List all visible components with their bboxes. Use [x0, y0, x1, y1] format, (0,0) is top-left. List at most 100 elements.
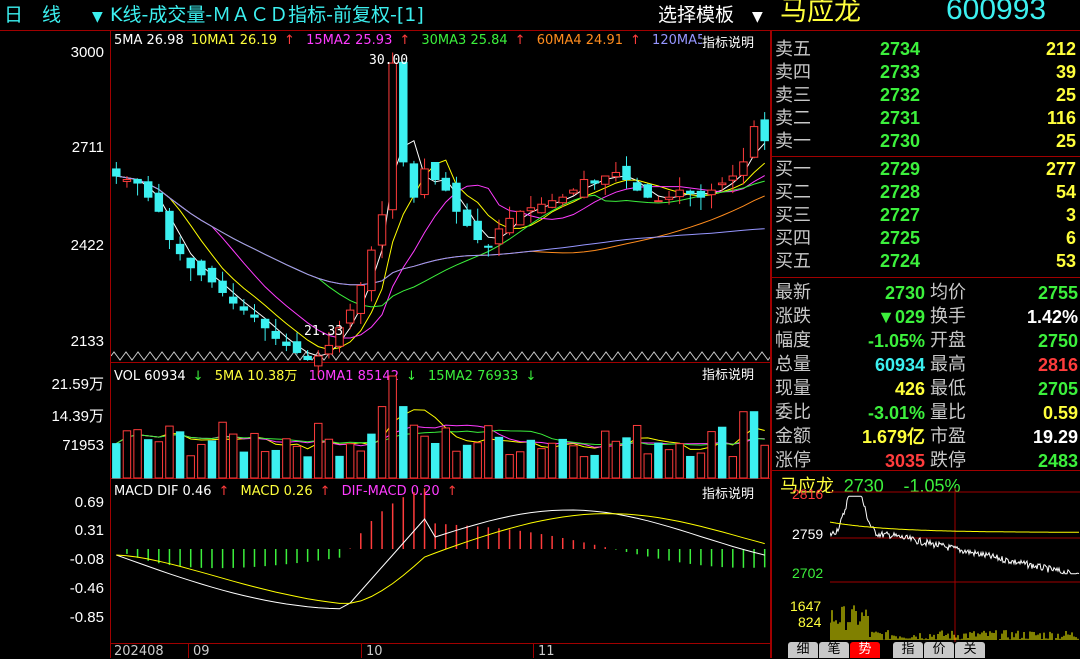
ask-price: 2730: [880, 131, 921, 151]
candle-body: [569, 189, 578, 194]
volume-bar: [399, 406, 408, 479]
intraday-y-label: 2759: [792, 526, 824, 542]
candle-body: [388, 62, 397, 211]
candle-body: [303, 355, 312, 361]
ask-price: 2732: [880, 85, 921, 105]
volume-bar: [579, 456, 589, 479]
volume-bar: [430, 442, 440, 479]
stat-label: 幅度: [775, 330, 811, 351]
x-label: 202408: [114, 644, 164, 659]
macd-lines: [116, 509, 765, 610]
ask-row[interactable]: 卖五 2734 212: [775, 38, 1080, 61]
stat-label: 最低: [930, 378, 966, 399]
volume-y-label: 71953: [62, 437, 104, 454]
frame-line: [770, 30, 772, 658]
bid-row[interactable]: 买二 2728 54: [775, 181, 1080, 204]
volume-bar: [367, 433, 376, 479]
candle-body: [484, 245, 493, 248]
candle-body: [664, 196, 674, 200]
stat-label: 跌停: [930, 450, 966, 471]
stat-row: 现量 426: [775, 377, 925, 401]
stat-label: 市盈: [930, 426, 966, 447]
tab-index[interactable]: 指: [893, 642, 923, 658]
candle-body: [292, 341, 302, 353]
kline-separator: [111, 351, 770, 361]
top-bar: 日 线 ▼ K线-成交量-ＭＡＣＤ指标-前复权-[1] 选择模板 ▼ 马应龙 6…: [0, 0, 1080, 30]
volume-bar: [388, 375, 397, 479]
tab-detail[interactable]: 细: [788, 642, 818, 658]
candle-body: [654, 200, 663, 203]
stat-value: 2483: [1037, 451, 1078, 471]
period-label[interactable]: 日 线: [4, 3, 61, 27]
ma-line: [116, 175, 765, 308]
bid-row[interactable]: 买五 2724 53: [775, 250, 1080, 273]
stat-label: 均价: [930, 282, 966, 303]
stat-label: 量比: [930, 402, 966, 423]
stat-label: 总量: [775, 354, 811, 375]
candle-body: [675, 189, 684, 198]
macd-y-label: -0.85: [69, 609, 104, 626]
ask-row[interactable]: 卖三 2732 25: [775, 84, 1080, 107]
ask-label: 卖二: [775, 108, 811, 129]
candle-body: [112, 168, 121, 177]
stat-value: ▼029: [877, 307, 925, 327]
volume-bar: [515, 451, 525, 479]
macd-y-label: -0.46: [69, 580, 104, 597]
bid-row[interactable]: 买四 2725 6: [775, 227, 1080, 250]
volume-bar: [686, 455, 695, 479]
candle-body: [494, 228, 504, 245]
bid-row[interactable]: 买一 2729 277: [775, 158, 1080, 181]
volume-bar: [165, 425, 174, 479]
candle-body: [122, 179, 132, 182]
candle-body: [739, 161, 748, 176]
candle-body: [282, 341, 291, 346]
ask-price: 2731: [880, 108, 921, 128]
volume-bar: [601, 430, 610, 479]
volume-bar: [154, 441, 164, 479]
frame-line: [772, 277, 1080, 278]
candle-body: [558, 196, 567, 204]
candle-body: [622, 165, 631, 181]
stat-label: 涨停: [775, 450, 811, 471]
ask-row[interactable]: 卖四 2733 39: [775, 61, 1080, 84]
tab-trend[interactable]: 势: [850, 642, 880, 658]
candle-body: [409, 163, 419, 198]
bid-price: 2728: [880, 182, 921, 202]
tab-trades[interactable]: 笔: [819, 642, 849, 658]
x-label: 09: [193, 644, 210, 659]
ask-label: 卖四: [775, 62, 811, 83]
ask-row[interactable]: 卖二 2731 116: [775, 107, 1080, 130]
intraday-chart[interactable]: [830, 488, 1080, 642]
volume-bar: [303, 456, 312, 479]
ask-label: 卖一: [775, 131, 811, 152]
stat-row: 市盈 19.29: [930, 425, 1078, 449]
ask-row[interactable]: 卖一 2730 25: [775, 130, 1080, 153]
tab-related[interactable]: 关: [955, 642, 985, 658]
candle-body: [643, 184, 652, 198]
main-chart[interactable]: 30.00 21.33: [111, 31, 770, 658]
volume-bar: [664, 449, 674, 479]
candle-body: [590, 180, 599, 184]
template-select[interactable]: 选择模板: [658, 3, 734, 27]
chevron-down-icon[interactable]: ▼: [752, 5, 763, 29]
candle-body: [462, 209, 472, 226]
chevron-down-icon[interactable]: ▼: [92, 5, 103, 29]
stat-row: 换手 1.42%: [930, 305, 1078, 329]
stat-value: 1.679亿: [861, 427, 925, 447]
kline-y-label: 2711: [71, 139, 104, 156]
bid-volume: 3: [1065, 205, 1076, 225]
bid-row[interactable]: 买三 2727 3: [775, 204, 1080, 227]
stat-row: 委比 -3.01%: [775, 401, 925, 425]
volume-bar: [643, 453, 652, 479]
macd-dif-line: [116, 509, 765, 610]
stat-value: 1.42%: [1026, 307, 1078, 327]
tab-price[interactable]: 价: [924, 642, 954, 658]
kline-y-label: 2422: [70, 237, 104, 254]
volume-bar: [632, 424, 642, 479]
candle-body: [165, 210, 174, 241]
volume-bar: [452, 450, 461, 479]
candle-body: [356, 284, 366, 314]
candle-body: [601, 175, 610, 185]
candle-body: [197, 260, 206, 276]
bid-label: 买五: [775, 251, 811, 272]
